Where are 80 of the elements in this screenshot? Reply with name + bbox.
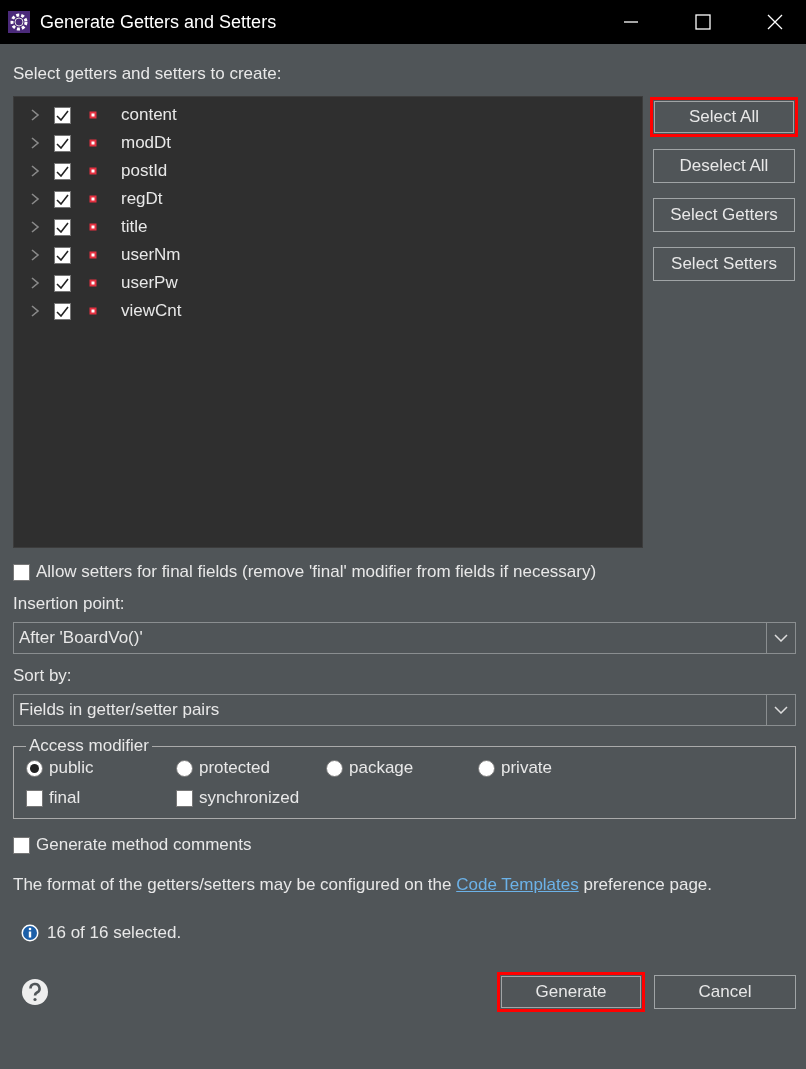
checkbox[interactable] — [54, 134, 71, 152]
chevron-icon[interactable] — [30, 136, 40, 150]
field-name[interactable]: regDt — [121, 189, 163, 209]
dropdown-caret-icon — [774, 706, 788, 714]
maximize-icon — [695, 14, 711, 30]
selection-button[interactable]: Select Setters — [653, 247, 795, 281]
checkbox[interactable] — [54, 302, 71, 320]
private-field-icon — [89, 307, 97, 315]
check-icon — [56, 165, 69, 177]
insertion-point-label: Insertion point: — [13, 594, 126, 614]
dropdown-caret-icon — [774, 634, 788, 642]
field-name[interactable]: viewCnt — [121, 301, 182, 321]
code-templates-link[interactable]: Code Templates — [456, 875, 579, 894]
checkbox[interactable] — [54, 218, 71, 236]
selection-button[interactable]: Select All — [653, 100, 795, 134]
selection-button[interactable]: Select Getters — [653, 198, 795, 232]
private-field-icon — [89, 139, 97, 147]
check-icon — [56, 137, 69, 149]
checkbox[interactable] — [54, 274, 71, 292]
status-text: 16 of 16 selected. — [47, 923, 182, 943]
checkbox[interactable] — [54, 190, 71, 208]
dialog-button[interactable]: Generate — [500, 975, 642, 1009]
field-name[interactable]: userNm — [121, 245, 181, 265]
close-icon — [767, 14, 783, 30]
field-name[interactable]: postId — [121, 161, 168, 181]
check-icon — [56, 109, 69, 121]
radio-label[interactable]: public — [49, 758, 94, 778]
radio-button[interactable] — [176, 759, 193, 777]
checkbox[interactable] — [13, 563, 30, 581]
radio-label[interactable]: package — [349, 758, 414, 778]
chevron-icon[interactable] — [30, 248, 40, 262]
chevron-icon[interactable] — [30, 276, 40, 290]
chevron-icon[interactable] — [30, 164, 40, 178]
help-icon[interactable] — [21, 978, 49, 1006]
private-field-icon — [89, 111, 97, 119]
sort-by-dropdown[interactable]: Fields in getter/setter pairs — [13, 694, 796, 726]
chevron-icon[interactable] — [30, 192, 40, 206]
check-icon — [56, 249, 69, 261]
chevron-icon[interactable] — [30, 108, 40, 122]
radio-label[interactable]: protected — [199, 758, 270, 778]
sort-by-label: Sort by: — [13, 666, 73, 686]
eclipse-gear-icon — [8, 11, 30, 33]
radio-button[interactable] — [478, 759, 495, 777]
checkbox-label[interactable]: Generate method comments — [36, 835, 252, 855]
info-icon — [21, 924, 39, 942]
radio-label[interactable]: private — [501, 758, 553, 778]
private-field-icon — [89, 251, 97, 259]
private-field-icon — [89, 195, 97, 203]
checkbox[interactable] — [176, 789, 193, 807]
private-field-icon — [89, 223, 97, 231]
dialog-button[interactable]: Cancel — [654, 975, 796, 1009]
check-icon — [56, 277, 69, 289]
radio-button[interactable] — [326, 759, 343, 777]
insertion-point-dropdown[interactable]: After 'BoardVo()' — [13, 622, 796, 654]
private-field-icon — [89, 279, 97, 287]
checkbox-label[interactable]: final — [49, 788, 81, 808]
check-icon — [56, 221, 69, 233]
prompt-label: Select getters and setters to create: — [13, 64, 283, 84]
check-icon — [56, 193, 69, 205]
field-name[interactable]: modDt — [121, 133, 172, 153]
group-title: Access modifier — [28, 736, 150, 756]
checkbox[interactable] — [54, 162, 71, 180]
chevron-icon[interactable] — [30, 304, 40, 318]
chevron-icon[interactable] — [30, 220, 40, 234]
field-name[interactable]: content — [121, 105, 177, 125]
minimize-icon — [623, 21, 639, 23]
selection-button[interactable]: Deselect All — [653, 149, 795, 183]
checkbox[interactable] — [54, 106, 71, 124]
checkbox[interactable] — [13, 836, 30, 854]
checkbox-label[interactable]: synchronized — [199, 788, 300, 808]
radio-button[interactable] — [26, 759, 43, 777]
checkbox[interactable] — [26, 789, 43, 807]
checkbox-label[interactable]: Allow setters for final fields (remove 'final' modifier from fields if necessary) — [36, 562, 597, 582]
field-name[interactable]: userPw — [121, 273, 178, 293]
window-title: Generate Getters and Setters — [40, 11, 278, 33]
check-icon — [56, 305, 69, 317]
checkbox[interactable] — [54, 246, 71, 264]
private-field-icon — [89, 167, 97, 175]
format-note: The format of the getters/setters may be configured on the Code Templates preference page. — [13, 875, 714, 895]
field-name[interactable]: title — [121, 217, 148, 237]
